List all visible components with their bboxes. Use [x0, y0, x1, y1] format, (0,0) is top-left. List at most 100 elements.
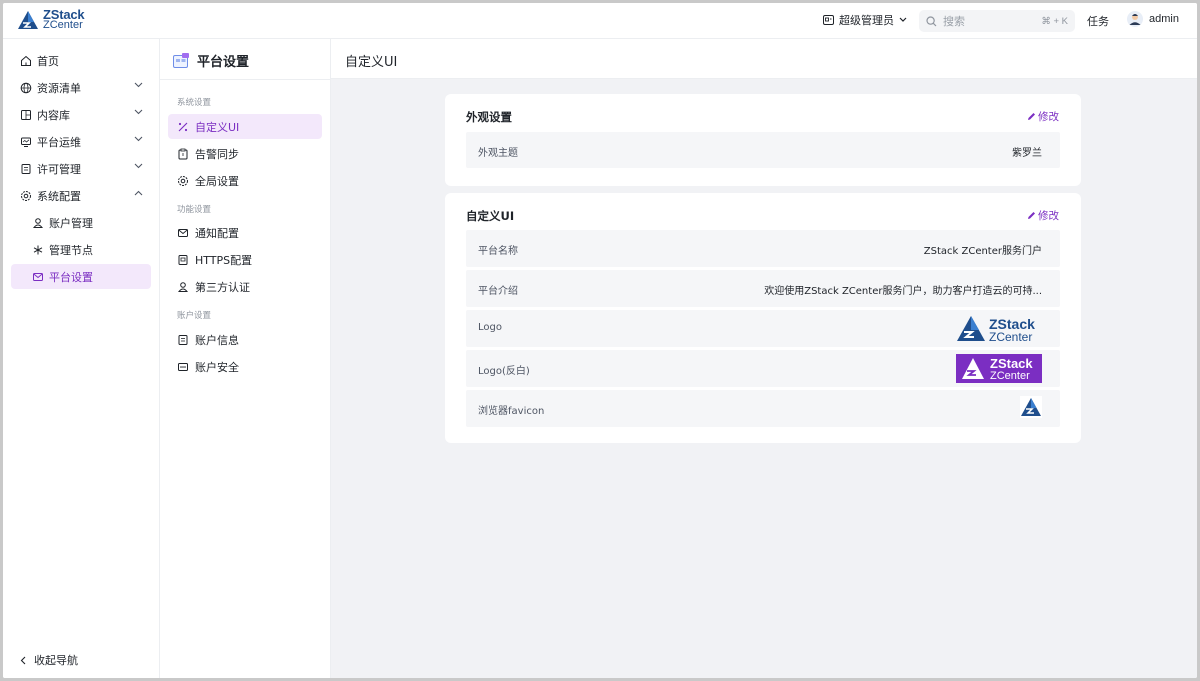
zstack-logo-icon — [18, 11, 38, 29]
chevron-down-icon[interactable] — [134, 163, 143, 169]
settings-item-custom-ui[interactable]: 自定义UI — [168, 114, 322, 139]
setting-label: Logo(反白) — [478, 366, 530, 377]
clipboard-icon — [177, 148, 189, 160]
settings-item-account-security[interactable]: 账户安全 — [168, 354, 322, 379]
task-button[interactable]: 任务 — [1087, 13, 1109, 29]
settings-sidebar: 平台设置 系统设置 自定义UI 告警同步 全局设置 功能设置 通知配置 HTTP… — [160, 39, 331, 678]
zstack-favicon — [1020, 396, 1042, 418]
svg-text:ZCenter: ZCenter — [989, 330, 1032, 344]
gear-icon — [20, 190, 32, 202]
sidebar-item-label: 平台运维 — [37, 135, 81, 149]
chevron-up-icon[interactable] — [134, 190, 143, 196]
search-shortcut: ⌘ + K — [1041, 15, 1068, 27]
app-window: ZStack ZCenter 超级管理员 搜索 ⌘ + K 任务 admin 首… — [3, 3, 1197, 678]
setting-row: 平台名称 ZStack ZCenter服务门户 — [466, 230, 1060, 267]
sidebar-item-platform-settings[interactable]: 平台设置 — [11, 264, 151, 289]
setting-label: 浏览器favicon — [478, 406, 545, 417]
sidebar-item-license[interactable]: 许可管理 — [11, 156, 151, 181]
user-icon — [177, 281, 189, 293]
edit-label: 修改 — [1038, 210, 1059, 222]
top-bar: ZStack ZCenter 超级管理员 搜索 ⌘ + K 任务 admin — [3, 3, 1197, 39]
pencil-icon — [1028, 113, 1035, 120]
custom-ui-edit-button[interactable]: 修改 — [1027, 208, 1059, 223]
main-sidebar: 首页 资源清单 内容库 平台运维 许可管理 系统配置 账户管理 管理节点 平台设… — [3, 39, 160, 678]
custom-ui-card-title: 自定义UI — [466, 209, 515, 223]
sidebar-item-resources[interactable]: 资源清单 — [11, 75, 151, 100]
group-label-features: 功能设置 — [177, 205, 212, 215]
home-icon — [20, 55, 32, 67]
sidebar-item-home[interactable]: 首页 — [11, 48, 151, 73]
settings-sidebar-header: 平台设置 — [173, 51, 249, 70]
logo-line-2: ZCenter — [43, 19, 83, 31]
main-content: 自定义UI 外观设置 修改 外观主题 紫罗兰 自定义UI 修改 平台名称 ZSt — [331, 39, 1197, 678]
document-icon — [177, 334, 189, 346]
main-header: 自定义UI — [331, 39, 1197, 79]
asterisk-icon — [32, 244, 44, 256]
certificate-icon — [177, 254, 189, 266]
logo-inverted-preview: ZStack ZCenter — [956, 354, 1042, 386]
settings-item-global[interactable]: 全局设置 — [168, 168, 322, 193]
group-label-system: 系统设置 — [177, 98, 212, 108]
setting-row: 外观主题 紫罗兰 — [466, 132, 1060, 168]
sidebar-item-label: 管理节点 — [49, 243, 93, 257]
setting-value: 欢迎使用ZStack ZCenter服务门户，助力客户打造云的可持... — [764, 286, 1042, 297]
zstack-zcenter-logo-inverted: ZStack ZCenter — [956, 354, 1042, 383]
chevron-down-icon — [899, 17, 907, 22]
sidebar-item-label: 平台设置 — [49, 270, 93, 284]
mail-icon — [32, 271, 44, 283]
svg-text:ZStack: ZStack — [990, 356, 1033, 371]
svg-text:ZCenter: ZCenter — [990, 370, 1030, 382]
divider — [160, 79, 331, 80]
search-input[interactable]: 搜索 — [943, 13, 1041, 29]
favicon-preview — [1020, 396, 1042, 421]
chevron-down-icon[interactable] — [134, 136, 143, 142]
zstack-zcenter-logo: ZStack ZCenter — [957, 316, 1035, 344]
password-icon — [177, 361, 189, 373]
chevron-down-icon[interactable] — [134, 82, 143, 88]
settings-item-label: 自定义UI — [195, 120, 240, 134]
setting-value: ZStack ZCenter服务门户 — [923, 246, 1042, 257]
pencil-icon — [1028, 212, 1035, 219]
mail-icon — [177, 227, 189, 239]
brush-icon — [177, 121, 189, 133]
edit-label: 修改 — [1038, 111, 1059, 123]
sidebar-item-label: 许可管理 — [37, 162, 81, 176]
sidebar-item-library[interactable]: 内容库 — [11, 102, 151, 127]
setting-label: 平台名称 — [478, 246, 518, 257]
settings-item-third-party-auth[interactable]: 第三方认证 — [168, 274, 322, 299]
appearance-card: 外观设置 修改 外观主题 紫罗兰 — [445, 94, 1081, 186]
settings-item-label: 账户信息 — [195, 333, 239, 347]
search-icon — [926, 15, 937, 26]
settings-item-label: HTTPS配置 — [195, 253, 253, 267]
sidebar-item-management-nodes[interactable]: 管理节点 — [11, 237, 151, 262]
sidebar-item-account-management[interactable]: 账户管理 — [11, 210, 151, 235]
sidebar-item-operations[interactable]: 平台运维 — [11, 129, 151, 154]
setting-label: 平台介绍 — [478, 286, 518, 297]
settings-item-alarm-sync[interactable]: 告警同步 — [168, 141, 322, 166]
role-switcher[interactable]: 超级管理员 — [823, 12, 907, 28]
setting-label: 外观主题 — [478, 148, 518, 159]
settings-sidebar-title: 平台设置 — [197, 55, 250, 70]
chevron-down-icon[interactable] — [134, 109, 143, 115]
avatar — [1127, 11, 1143, 27]
settings-item-notification[interactable]: 通知配置 — [168, 220, 322, 245]
setting-label: Logo — [478, 322, 502, 333]
appearance-edit-button[interactable]: 修改 — [1027, 109, 1059, 124]
setting-value: 紫罗兰 — [1012, 148, 1042, 159]
sidebar-item-label: 内容库 — [37, 108, 70, 122]
search-box[interactable]: 搜索 ⌘ + K — [919, 10, 1075, 32]
settings-item-account-info[interactable]: 账户信息 — [168, 327, 322, 352]
settings-item-https[interactable]: HTTPS配置 — [168, 247, 322, 272]
sidebar-item-label: 账户管理 — [49, 216, 93, 230]
gear-icon — [177, 175, 189, 187]
sidebar-item-label: 资源清单 — [37, 81, 81, 95]
monitor-icon — [20, 136, 32, 148]
custom-ui-card: 自定义UI 修改 平台名称 ZStack ZCenter服务门户 平台介绍 欢迎… — [445, 193, 1081, 443]
collapse-nav-button[interactable]: 收起导航 — [20, 652, 78, 668]
setting-row: Logo ZStack ZCenter — [466, 310, 1060, 347]
logo-preview: ZStack ZCenter — [956, 314, 1042, 347]
group-label-account: 账户设置 — [177, 311, 212, 321]
user-menu[interactable]: admin — [1127, 11, 1179, 27]
app-logo[interactable]: ZStack ZCenter — [17, 8, 85, 31]
sidebar-item-system-config[interactable]: 系统配置 — [11, 183, 151, 208]
